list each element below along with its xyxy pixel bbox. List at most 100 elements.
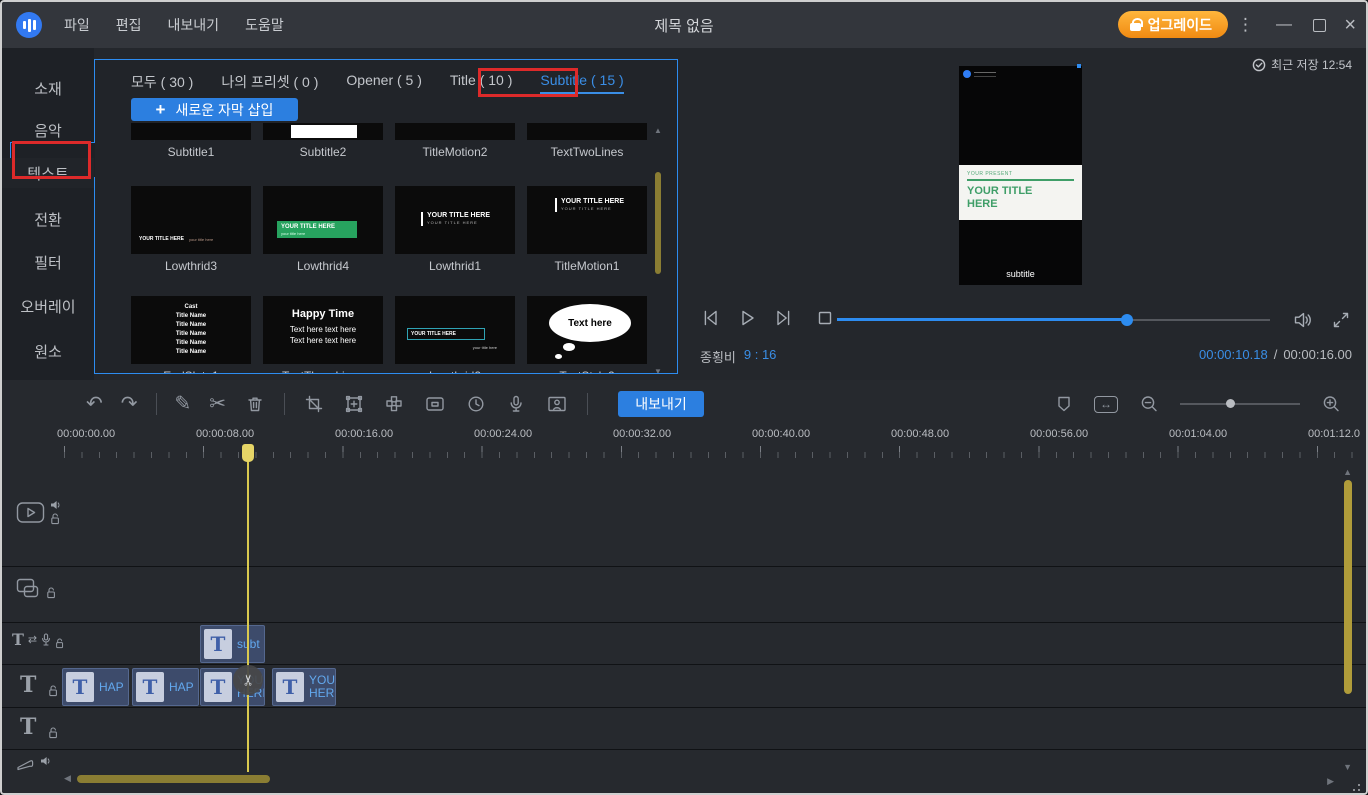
menu-export[interactable]: 내보내기: [168, 15, 220, 35]
sidebar-item-elements[interactable]: 원소: [2, 336, 94, 366]
fullscreen-icon[interactable]: [1330, 309, 1352, 331]
timeline-zoom-slider[interactable]: [1180, 403, 1300, 405]
template-lowthrid2[interactable]: YOUR TITLE HERE your title here Lowthrid…: [395, 296, 515, 374]
delete-button[interactable]: [244, 393, 266, 415]
maximize-button[interactable]: [1313, 2, 1326, 48]
sidebar: 소재 음악 텍스트 전환 필터 오버레이 원소: [2, 48, 94, 380]
unlock-icon[interactable]: [50, 513, 60, 525]
track-video[interactable]: [2, 464, 1366, 567]
sidebar-item-transition[interactable]: 전환: [2, 204, 94, 234]
scroll-down-icon[interactable]: ▼: [653, 367, 663, 374]
play-button[interactable]: [736, 307, 758, 329]
sidebar-item-media[interactable]: 소재: [2, 73, 94, 103]
template-texttwolines[interactable]: TextTwoLines: [527, 123, 647, 159]
sidebar-item-text[interactable]: 텍스트: [2, 158, 94, 188]
template-textstyle2[interactable]: Text here TextStyle2: [527, 296, 647, 374]
vscroll-up-icon[interactable]: ▲: [1343, 467, 1352, 477]
hscroll-right-icon[interactable]: ▶: [1327, 776, 1334, 787]
last-saved-status: 최근 저장 12:54: [1252, 56, 1352, 73]
mosaic-button[interactable]: [383, 393, 405, 415]
clip-text-hap-2[interactable]: T HAP: [132, 668, 199, 706]
zoom-out-icon[interactable]: [1138, 393, 1160, 415]
volume-icon[interactable]: [1292, 309, 1314, 331]
clip-tts-subt[interactable]: T subt: [200, 625, 265, 663]
track-text-2[interactable]: [2, 708, 1366, 750]
template-endslate1[interactable]: Cast Title Name Title Name Title Name Ti…: [131, 296, 251, 374]
sidebar-item-music[interactable]: 음악: [2, 115, 94, 145]
tab-opener[interactable]: Opener ( 5 ): [346, 72, 421, 92]
playhead-handle[interactable]: [242, 444, 254, 462]
scrollbar-thumb[interactable]: [655, 172, 661, 274]
unlock-icon[interactable]: [46, 587, 56, 599]
plus-icon: +: [156, 100, 166, 120]
card-rule: [967, 179, 1074, 181]
vscroll-down-icon[interactable]: ▼: [1343, 762, 1352, 772]
hscroll-thumb[interactable]: [77, 775, 270, 783]
zoom-slider-knob[interactable]: [1226, 399, 1235, 408]
template-scrollbar[interactable]: ▲ ▼: [653, 130, 663, 360]
aspect-ratio-value[interactable]: 9 : 16: [744, 347, 777, 366]
template-titlemotion1[interactable]: YOUR TITLE HERE YOUR TITLE HERE TitleMot…: [527, 186, 647, 273]
export-button[interactable]: 내보내기: [618, 391, 704, 417]
upgrade-button[interactable]: 업그레이드: [1118, 11, 1228, 38]
menu-help[interactable]: 도움말: [245, 15, 284, 35]
undo-button[interactable]: ↶: [86, 393, 103, 415]
scroll-up-icon[interactable]: ▲: [653, 126, 663, 135]
stop-button[interactable]: [814, 307, 836, 329]
duration-button[interactable]: [465, 393, 487, 415]
unlock-icon[interactable]: [48, 727, 58, 739]
preview-video[interactable]: YOUR PRESENT YOUR TITLE HERE subtitle: [959, 66, 1082, 285]
template-subtitle2[interactable]: Subtitle2: [263, 123, 383, 159]
tab-subtitle[interactable]: Subtitle ( 15 ): [540, 72, 623, 94]
track-audio[interactable]: [2, 750, 1366, 795]
seek-knob[interactable]: [1121, 314, 1133, 326]
new-subtitle-button[interactable]: + 새로운 자막 삽입: [131, 98, 298, 121]
clip-text-hap-1[interactable]: T HAP: [62, 668, 129, 706]
split-button[interactable]: ✂: [209, 393, 226, 415]
hscroll-left-icon[interactable]: ◀: [64, 773, 71, 784]
text2-track-header: T: [20, 714, 58, 740]
menu-edit[interactable]: 편집: [116, 15, 142, 35]
template-lowthrid3[interactable]: YOUR TITLE HERE your title here Lowthrid…: [131, 186, 251, 273]
previous-frame-button[interactable]: [700, 307, 722, 329]
menu-file[interactable]: 파일: [64, 15, 90, 35]
sidebar-item-overlay[interactable]: 오버레이: [2, 291, 94, 321]
voiceover-button[interactable]: [505, 393, 527, 415]
tab-all[interactable]: 모두 ( 30 ): [131, 72, 193, 96]
template-lowthrid4[interactable]: YOUR TITLE HERE your title here Lowthrid…: [263, 186, 383, 273]
vscroll-thumb[interactable]: [1344, 480, 1352, 694]
edit-button[interactable]: ✎: [175, 393, 192, 415]
marker-icon[interactable]: [1054, 393, 1074, 415]
redo-button[interactable]: ↷: [121, 393, 138, 415]
fit-timeline-icon[interactable]: ↔: [1094, 396, 1118, 413]
unlock-icon[interactable]: [55, 638, 64, 649]
timeline-section: ↶ ↷ ✎ ✂: [2, 380, 1366, 795]
ruler-label: 00:01:04.00: [1169, 428, 1227, 440]
clip-text-you-2[interactable]: T YOU HERI: [272, 668, 336, 706]
playhead-line[interactable]: [247, 444, 249, 772]
tab-title[interactable]: Title ( 10 ): [450, 72, 513, 92]
mute-icon[interactable]: [50, 500, 61, 510]
track-overlay[interactable]: [2, 567, 1366, 623]
freeze-frame-button[interactable]: [423, 393, 447, 415]
template-titlemotion2[interactable]: TitleMotion2: [395, 123, 515, 159]
crop-button[interactable]: [303, 393, 325, 415]
zoom-in-icon[interactable]: [1320, 393, 1342, 415]
minimize-button[interactable]: —: [1276, 2, 1292, 48]
tab-my-presets[interactable]: 나의 프리셋 ( 0 ): [221, 72, 318, 96]
unlock-icon[interactable]: [48, 685, 58, 697]
timeline-ruler[interactable]: 00:00:00.00 00:00:08.00 00:00:16.00 00:0…: [2, 426, 1366, 464]
template-textthreelines[interactable]: Happy Time Text here text here Text here…: [263, 296, 383, 374]
close-button[interactable]: ×: [1344, 2, 1356, 48]
next-frame-button[interactable]: [772, 307, 794, 329]
template-lowthrid1[interactable]: YOUR TITLE HERE YOUR TITLE HERE Lowthrid…: [395, 186, 515, 273]
zoom-frame-button[interactable]: [343, 393, 365, 415]
sidebar-item-filter[interactable]: 필터: [2, 247, 94, 277]
seek-bar[interactable]: [837, 319, 1270, 321]
more-menu-button[interactable]: ⋮: [1237, 2, 1254, 48]
record-screen-button[interactable]: [545, 393, 569, 415]
video-track-icon: [16, 500, 46, 525]
template-subtitle1[interactable]: Subtitle1: [131, 123, 251, 159]
mute-icon[interactable]: [40, 756, 51, 766]
ruler-label: 00:00:00.00: [57, 428, 115, 440]
